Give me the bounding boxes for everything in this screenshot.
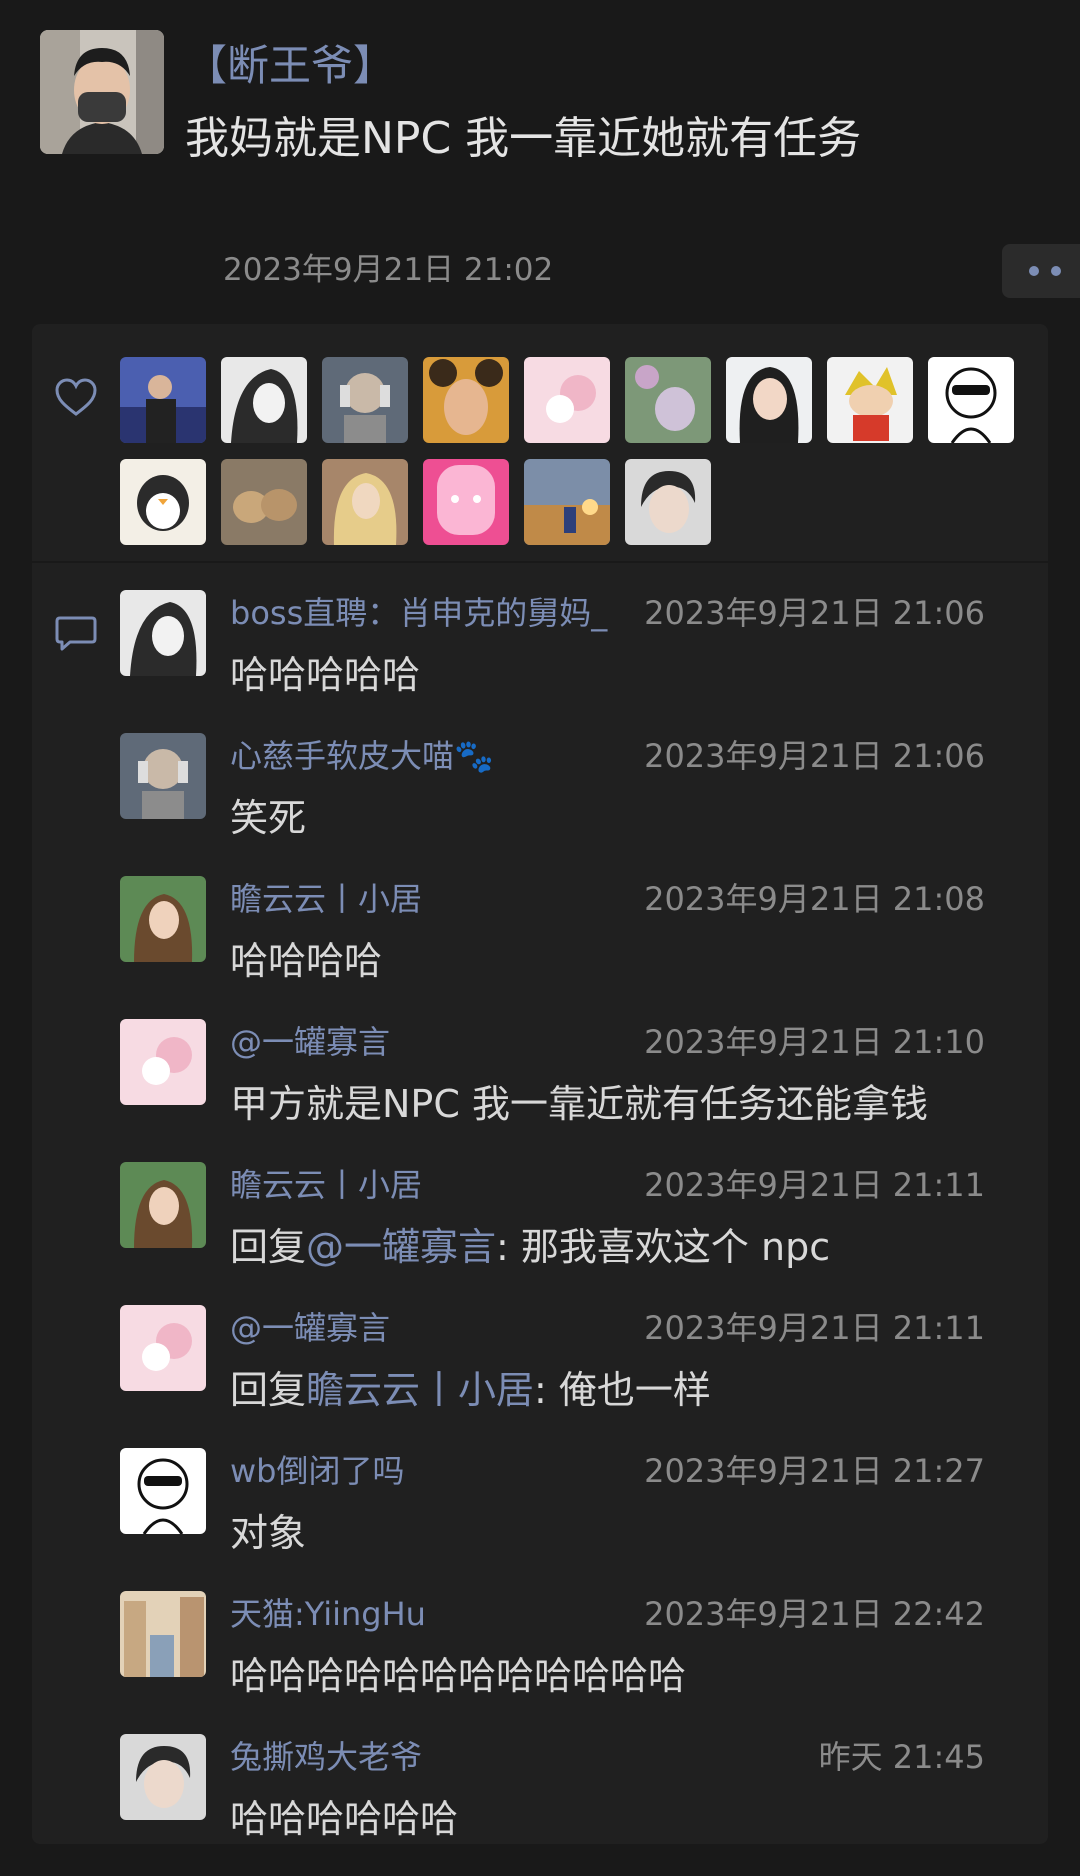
comment-text: 甲方就是NPC 我一靠近就有任务还能拿钱 bbox=[230, 1073, 928, 1128]
comment-list: boss直聘：肖申克的舅妈_ 2023年9月21日 21:06 哈哈哈哈哈 心慈… bbox=[120, 574, 1040, 1861]
comment-author[interactable]: 天猫:YiingHu bbox=[230, 1589, 426, 1635]
comment-item[interactable]: 心慈手软皮大喵🐾 2023年9月21日 21:06 笑死 bbox=[120, 717, 1040, 860]
comment-author[interactable]: 兔撕鸡大老爷 bbox=[230, 1732, 422, 1778]
comment-body: : 俺也一样 bbox=[534, 1368, 711, 1412]
comment-avatar[interactable] bbox=[120, 1448, 206, 1534]
comment-time: 昨天 21:45 bbox=[818, 1738, 985, 1776]
like-avatar-14[interactable] bbox=[524, 459, 610, 545]
comment-avatar[interactable] bbox=[120, 1734, 206, 1820]
comment-body: 哈哈哈哈哈 bbox=[230, 653, 421, 697]
comment-author[interactable]: @一罐寡言 bbox=[230, 1303, 390, 1349]
comment-body: 甲方就是NPC 我一靠近就有任务还能拿钱 bbox=[230, 1082, 928, 1126]
poster-name[interactable]: 【断王爷】 bbox=[185, 32, 395, 93]
comment-author[interactable]: 瞻云云丨小居 bbox=[230, 1160, 422, 1206]
comment-time: 2023年9月21日 21:06 bbox=[644, 594, 985, 632]
more-dots-icon bbox=[1029, 266, 1039, 276]
reply-mention[interactable]: 瞻云云丨小居 bbox=[306, 1368, 534, 1412]
like-avatar-3[interactable] bbox=[322, 357, 408, 443]
like-avatar-1[interactable] bbox=[120, 357, 206, 443]
comment-time: 2023年9月21日 21:27 bbox=[644, 1452, 985, 1490]
section-divider bbox=[32, 561, 1048, 563]
comment-body: : 那我喜欢这个 npc bbox=[496, 1225, 831, 1269]
comment-time: 2023年9月21日 21:11 bbox=[644, 1309, 985, 1347]
comment-text: 哈哈哈哈 bbox=[230, 930, 382, 985]
post-time: 2023年9月21日 21:02 bbox=[223, 252, 554, 288]
reply-prefix: 回复 bbox=[230, 1368, 307, 1412]
comment-body: 哈哈哈哈 bbox=[230, 939, 383, 983]
comment-author[interactable]: @一罐寡言 bbox=[230, 1017, 390, 1063]
comment-item[interactable]: 兔撕鸡大老爷 昨天 21:45 哈哈哈哈哈哈 bbox=[120, 1718, 1040, 1861]
moments-detail-page: 【断王爷】 我妈就是NPC 我一靠近她就有任务 2023年9月21日 21:02 bbox=[0, 0, 1080, 1876]
comment-time: 2023年9月21日 21:06 bbox=[644, 737, 985, 775]
comment-avatar[interactable] bbox=[120, 733, 206, 819]
comment-text: 哈哈哈哈哈 bbox=[230, 644, 420, 699]
likes-section bbox=[32, 324, 1048, 559]
comment-avatar[interactable] bbox=[120, 1019, 206, 1105]
reply-prefix: 回复 bbox=[230, 1225, 307, 1269]
more-button[interactable] bbox=[1002, 244, 1080, 298]
comment-avatar[interactable] bbox=[120, 1162, 206, 1248]
interaction-panel: boss直聘：肖申克的舅妈_ 2023年9月21日 21:06 哈哈哈哈哈 心慈… bbox=[32, 324, 1048, 1844]
comment-body: 哈哈哈哈哈哈 bbox=[230, 1797, 459, 1841]
comment-item[interactable]: 瞻云云丨小居 2023年9月21日 21:08 哈哈哈哈 bbox=[120, 860, 1040, 1003]
comment-text: 哈哈哈哈哈哈哈哈哈哈哈哈 bbox=[230, 1645, 686, 1700]
reply-mention[interactable]: @一罐寡言 bbox=[306, 1225, 496, 1269]
comment-text: 回复@一罐寡言: 那我喜欢这个 npc bbox=[230, 1216, 830, 1271]
comment-text: 哈哈哈哈哈哈 bbox=[230, 1788, 458, 1843]
like-avatar-4[interactable] bbox=[423, 357, 509, 443]
comment-item[interactable]: @一罐寡言 2023年9月21日 21:11 回复瞻云云丨小居: 俺也一样 bbox=[120, 1289, 1040, 1432]
comment-item[interactable]: @一罐寡言 2023年9月21日 21:10 甲方就是NPC 我一靠近就有任务还… bbox=[120, 1003, 1040, 1146]
comment-text: 回复瞻云云丨小居: 俺也一样 bbox=[230, 1359, 711, 1414]
comment-avatar[interactable] bbox=[120, 1305, 206, 1391]
comment-avatar[interactable] bbox=[120, 590, 206, 676]
post-text: 我妈就是NPC 我一靠近她就有任务 bbox=[185, 113, 862, 164]
comment-item[interactable]: 天猫:YiingHu 2023年9月21日 22:42 哈哈哈哈哈哈哈哈哈哈哈哈 bbox=[120, 1575, 1040, 1718]
comment-icon bbox=[54, 614, 98, 654]
comment-avatar[interactable] bbox=[120, 1591, 206, 1677]
comment-item[interactable]: boss直聘：肖申克的舅妈_ 2023年9月21日 21:06 哈哈哈哈哈 bbox=[120, 574, 1040, 717]
comment-body: 笑死 bbox=[230, 796, 307, 840]
comment-author[interactable]: wb倒闭了吗 bbox=[230, 1446, 405, 1492]
comment-time: 2023年9月21日 22:42 bbox=[644, 1595, 985, 1633]
comment-item[interactable]: wb倒闭了吗 2023年9月21日 21:27 对象 bbox=[120, 1432, 1040, 1575]
like-avatar-6[interactable] bbox=[625, 357, 711, 443]
comment-text: 笑死 bbox=[230, 787, 306, 842]
comment-time: 2023年9月21日 21:10 bbox=[644, 1023, 985, 1061]
more-dots-icon bbox=[1051, 266, 1061, 276]
like-avatar-2[interactable] bbox=[221, 357, 307, 443]
comment-text: 对象 bbox=[230, 1502, 306, 1557]
like-avatar-8[interactable] bbox=[827, 357, 913, 443]
like-avatar-9[interactable] bbox=[928, 357, 1014, 443]
comment-avatar[interactable] bbox=[120, 876, 206, 962]
like-avatar-12[interactable] bbox=[322, 459, 408, 545]
comment-author[interactable]: boss直聘：肖申克的舅妈_ bbox=[230, 588, 607, 634]
like-avatar-15[interactable] bbox=[625, 459, 711, 545]
like-avatar-5[interactable] bbox=[524, 357, 610, 443]
comment-author[interactable]: 瞻云云丨小居 bbox=[230, 874, 422, 920]
comment-time: 2023年9月21日 21:08 bbox=[644, 880, 985, 918]
comment-time: 2023年9月21日 21:11 bbox=[644, 1166, 985, 1204]
like-avatar-7[interactable] bbox=[726, 357, 812, 443]
like-avatar-11[interactable] bbox=[221, 459, 307, 545]
comment-author[interactable]: 心慈手软皮大喵🐾 bbox=[230, 731, 494, 777]
like-avatar-10[interactable] bbox=[120, 459, 206, 545]
comment-body: 对象 bbox=[230, 1511, 307, 1555]
heart-icon bbox=[54, 378, 98, 418]
like-avatar-grid bbox=[120, 357, 1040, 545]
like-avatar-13[interactable] bbox=[423, 459, 509, 545]
comment-body: 哈哈哈哈哈哈哈哈哈哈哈哈 bbox=[230, 1654, 687, 1698]
poster-avatar[interactable] bbox=[40, 30, 164, 154]
comment-item[interactable]: 瞻云云丨小居 2023年9月21日 21:11 回复@一罐寡言: 那我喜欢这个 … bbox=[120, 1146, 1040, 1289]
